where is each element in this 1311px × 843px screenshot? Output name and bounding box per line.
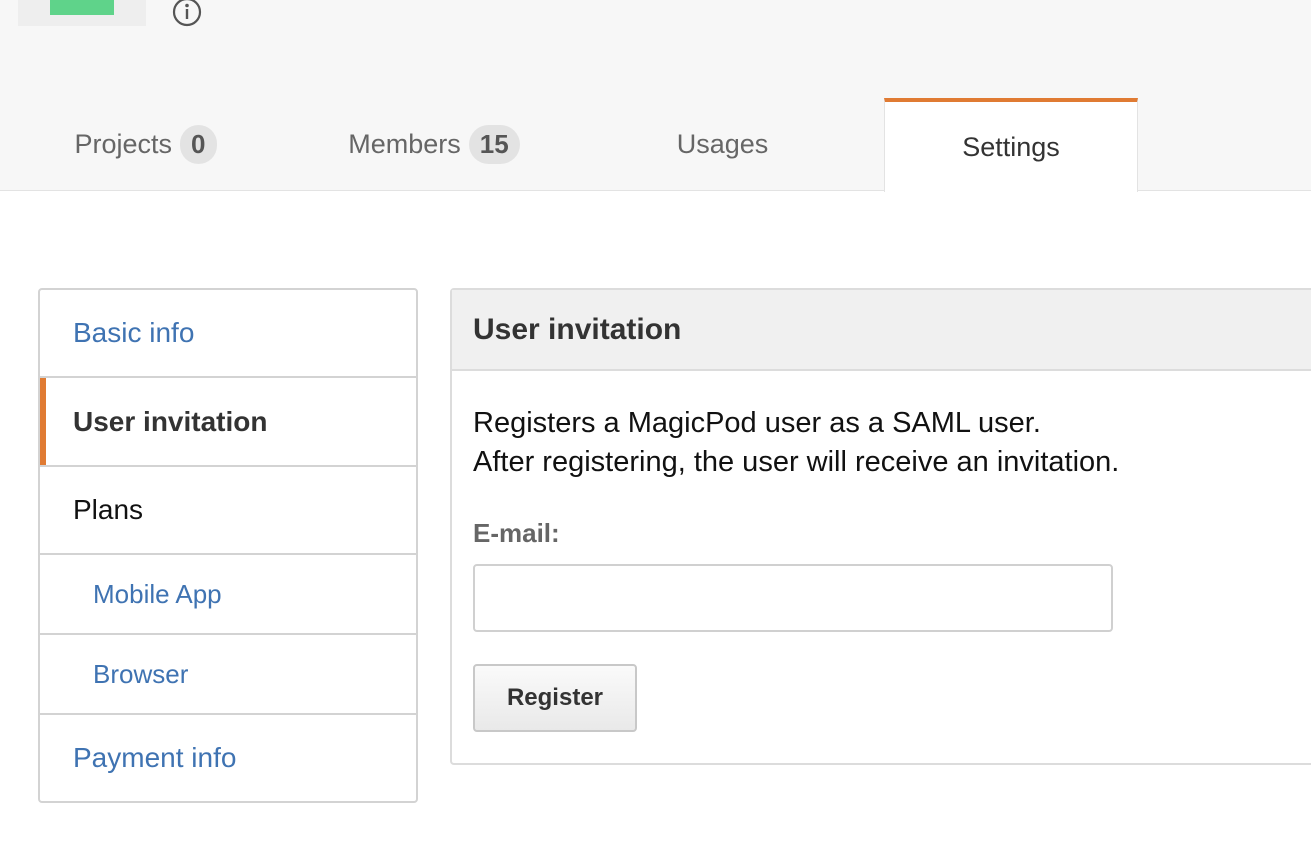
description-line-2: After registering, the user will receive…: [473, 446, 1120, 478]
tab-members[interactable]: Members 15: [323, 98, 545, 191]
sidebar-item-label: Payment info: [73, 742, 237, 773]
tab-settings[interactable]: Settings: [884, 98, 1138, 192]
logo-mark: [50, 0, 114, 15]
sidebar-item-label: User invitation: [73, 405, 268, 437]
tab-usages[interactable]: Usages: [620, 98, 825, 191]
panel-title: User invitation: [452, 290, 1311, 371]
sidebar-item-user-invitation[interactable]: User invitation: [40, 378, 416, 467]
members-count-badge: 15: [468, 125, 520, 164]
email-label: E-mail:: [473, 518, 560, 548]
tab-usages-label: Usages: [676, 129, 769, 159]
description-line-1: Registers a MagicPod user as a SAML user…: [473, 407, 1041, 439]
active-indicator: [40, 378, 46, 465]
sidebar-item-basic-info[interactable]: Basic info: [40, 290, 416, 378]
tab-projects[interactable]: Projects 0: [48, 98, 243, 191]
top-header: Projects 0 Members 15 Usages Settings: [0, 0, 1311, 192]
register-button[interactable]: Register: [473, 664, 637, 732]
user-invitation-panel: User invitation Registers a MagicPod use…: [450, 288, 1311, 765]
logo[interactable]: [18, 0, 146, 26]
projects-count-badge: 0: [180, 125, 217, 164]
sidebar-item-label: Mobile App: [93, 578, 222, 609]
panel-description: Registers a MagicPod user as a SAML user…: [473, 404, 1119, 482]
tab-settings-label: Settings: [962, 131, 1060, 162]
settings-sidebar: Basic info User invitation Plans Mobile …: [38, 288, 418, 803]
email-field[interactable]: [473, 564, 1113, 632]
sidebar-item-payment-info[interactable]: Payment info: [40, 715, 416, 801]
sidebar-item-browser[interactable]: Browser: [40, 635, 416, 715]
tab-projects-label: Projects: [74, 129, 173, 159]
info-circle-icon[interactable]: [172, 0, 202, 27]
sidebar-item-plans: Plans: [40, 467, 416, 555]
tab-members-label: Members: [348, 129, 461, 159]
sidebar-item-mobile-app[interactable]: Mobile App: [40, 555, 416, 635]
sidebar-item-label: Browser: [93, 658, 189, 689]
sidebar-item-label: Basic info: [73, 317, 195, 348]
sidebar-item-label: Plans: [73, 494, 144, 525]
